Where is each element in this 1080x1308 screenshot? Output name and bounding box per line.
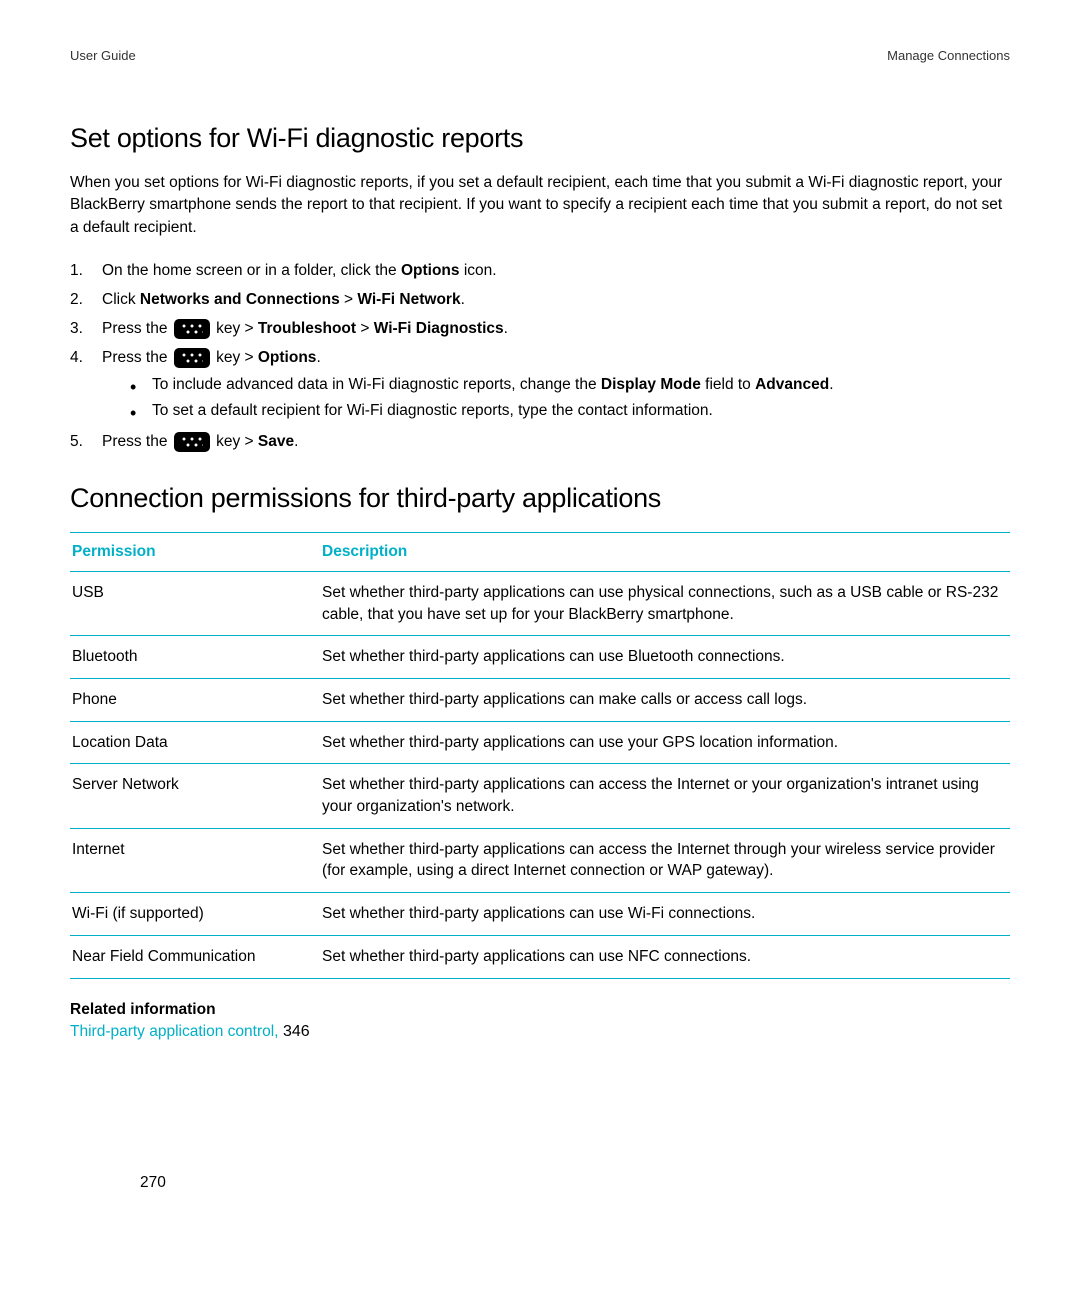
table-cell-description: Set whether third-party applications can… [320, 571, 1010, 635]
table-cell-permission: Phone [70, 679, 320, 722]
step-3: 3. Press the key > Troubleshoot > Wi-Fi … [70, 317, 1010, 342]
table-cell-permission: Server Network [70, 764, 320, 828]
step-4-bullets: To include advanced data in Wi-Fi diagno… [130, 373, 1010, 425]
step-content: Press the key > Troubleshoot > Wi-Fi Dia… [102, 317, 1010, 342]
table-row: USB Set whether third-party applications… [70, 571, 1010, 635]
table-cell-permission: Location Data [70, 721, 320, 764]
table-row: Near Field Communication Set whether thi… [70, 935, 1010, 978]
table-row: Location Data Set whether third-party ap… [70, 721, 1010, 764]
blackberry-key-icon [174, 348, 210, 368]
step-5: 5. Press the key > Save. [70, 430, 1010, 455]
table-row: Server Network Set whether third-party a… [70, 764, 1010, 828]
header-left: User Guide [70, 48, 136, 63]
header-right: Manage Connections [887, 48, 1010, 63]
blackberry-key-icon [174, 432, 210, 452]
table-header-permission: Permission [70, 532, 320, 571]
blackberry-key-icon [174, 319, 210, 339]
page-header: User Guide Manage Connections [70, 48, 1010, 63]
step-number: 3. [70, 317, 102, 342]
permissions-table: Permission Description USB Set whether t… [70, 532, 1010, 979]
step-1: 1. On the home screen or in a folder, cl… [70, 259, 1010, 284]
section1-heading: Set options for Wi-Fi diagnostic reports [70, 123, 1010, 154]
step-content: Click Networks and Connections > Wi-Fi N… [102, 288, 1010, 313]
step-number: 1. [70, 259, 102, 284]
section1-intro: When you set options for Wi-Fi diagnosti… [70, 172, 1010, 239]
related-link-page: 346 [279, 1023, 310, 1040]
table-row: Wi-Fi (if supported) Set whether third-p… [70, 893, 1010, 936]
related-link[interactable]: Third-party application control, [70, 1023, 279, 1040]
table-row: Internet Set whether third-party applica… [70, 828, 1010, 892]
step-content: Press the key > Save. [102, 430, 1010, 455]
related-link-row: Third-party application control, 346 [70, 1023, 1010, 1041]
section1-steps: 1. On the home screen or in a folder, cl… [70, 259, 1010, 455]
table-cell-description: Set whether third-party applications can… [320, 721, 1010, 764]
table-cell-description: Set whether third-party applications can… [320, 764, 1010, 828]
table-header-description: Description [320, 532, 1010, 571]
step-2: 2. Click Networks and Connections > Wi-F… [70, 288, 1010, 313]
table-cell-permission: Internet [70, 828, 320, 892]
table-cell-description: Set whether third-party applications can… [320, 935, 1010, 978]
table-cell-permission: USB [70, 571, 320, 635]
table-cell-permission: Wi-Fi (if supported) [70, 893, 320, 936]
step-number: 5. [70, 430, 102, 455]
step-4: 4. Press the key > Options. To include a… [70, 346, 1010, 426]
table-cell-description: Set whether third-party applications can… [320, 893, 1010, 936]
step-number: 2. [70, 288, 102, 313]
table-cell-permission: Near Field Communication [70, 935, 320, 978]
table-row: Bluetooth Set whether third-party applic… [70, 636, 1010, 679]
table-row: Phone Set whether third-party applicatio… [70, 679, 1010, 722]
table-cell-description: Set whether third-party applications can… [320, 679, 1010, 722]
bullet-item: To include advanced data in Wi-Fi diagno… [130, 373, 1010, 398]
table-cell-description: Set whether third-party applications can… [320, 636, 1010, 679]
table-cell-description: Set whether third-party applications can… [320, 828, 1010, 892]
step-content: Press the key > Options. To include adva… [102, 346, 1010, 426]
related-information-heading: Related information [70, 1001, 1010, 1019]
table-cell-permission: Bluetooth [70, 636, 320, 679]
step-content: On the home screen or in a folder, click… [102, 259, 1010, 284]
page-number: 270 [140, 1174, 166, 1192]
bullet-item: To set a default recipient for Wi-Fi dia… [130, 399, 1010, 424]
section2-heading: Connection permissions for third-party a… [70, 483, 1010, 514]
step-number: 4. [70, 346, 102, 426]
